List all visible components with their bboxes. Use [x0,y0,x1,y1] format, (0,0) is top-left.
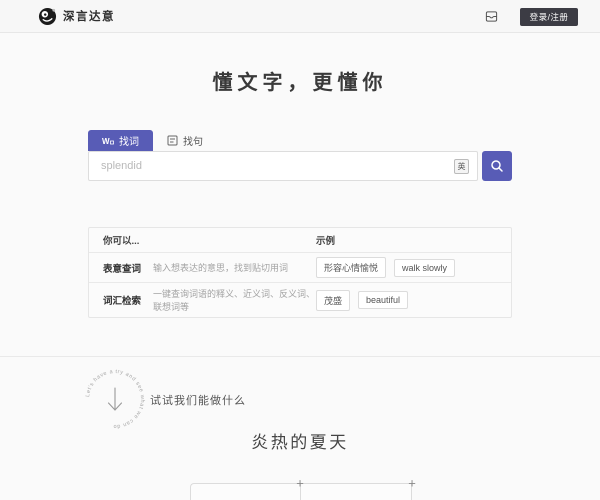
login-register-button[interactable]: 登录/注册 [520,8,578,26]
features-table-header: 你可以... 示例 [89,228,511,252]
example-chip[interactable]: beautiful [358,291,408,309]
feature-description: 一键查询词语的释义、近义词、反义词、联想词等 [153,287,316,313]
column-header-capability: 你可以... [103,233,139,247]
sentence-icon [167,135,178,146]
feedback-box-icon[interactable] [485,10,498,23]
language-badge: 英 [454,159,469,174]
example-chip[interactable]: walk slowly [394,259,455,277]
word-icon: W [102,136,114,146]
section-divider [0,356,600,357]
try-prompt: 试试我们能做什么 [150,392,246,408]
feature-description: 输入想表达的意思，找到贴切用词 [153,261,288,274]
corner-plus-icon: + [296,477,304,490]
tab-find-sentence-label: 找句 [183,133,203,148]
search-bar: 英 [88,151,512,181]
arrow-down-icon [109,388,122,410]
tab-find-word-label: 找词 [119,133,139,148]
feature-name: 词汇检索 [103,293,141,307]
logo-text: 深言达意 [63,8,115,24]
logo[interactable]: 深言达意 [38,7,115,26]
demo-card[interactable] [300,483,412,500]
demo-card[interactable] [190,483,300,500]
circle-arrow-widget: Let's have a try and see what we can do [75,359,155,439]
search-icon [490,159,504,173]
search-input[interactable] [89,152,477,180]
tab-find-word[interactable]: W 找词 [88,130,153,151]
table-row: 表意查词 输入想表达的意思，找到贴切用词 形容心情愉悦 walk slowly [89,252,511,282]
corner-plus-icon: + [408,477,416,490]
example-chip[interactable]: 形容心情愉悦 [316,257,386,278]
example-chip[interactable]: 茂盛 [316,290,350,311]
table-row: 词汇检索 一键查询词语的释义、近义词、反义词、联想词等 茂盛 beautiful [89,282,511,317]
header: 深言达意 登录/注册 [0,0,600,33]
logo-icon [38,7,57,26]
column-header-examples: 示例 [316,233,335,247]
page: 深言达意 登录/注册 懂文字，更懂你 W 找词 [0,0,600,500]
features-table: 你可以... 示例 表意查词 输入想表达的意思，找到贴切用词 形容心情愉悦 wa… [88,227,512,318]
demo-example-title: 炎热的夏天 [0,428,600,453]
svg-text:W: W [102,137,110,146]
search-box: 英 [88,151,478,181]
search-button[interactable] [482,151,512,181]
tab-find-sentence[interactable]: 找句 [153,130,217,151]
feature-name: 表意查词 [103,261,141,275]
search-tabs: W 找词 找句 [88,130,217,151]
page-title: 懂文字，更懂你 [0,66,600,95]
